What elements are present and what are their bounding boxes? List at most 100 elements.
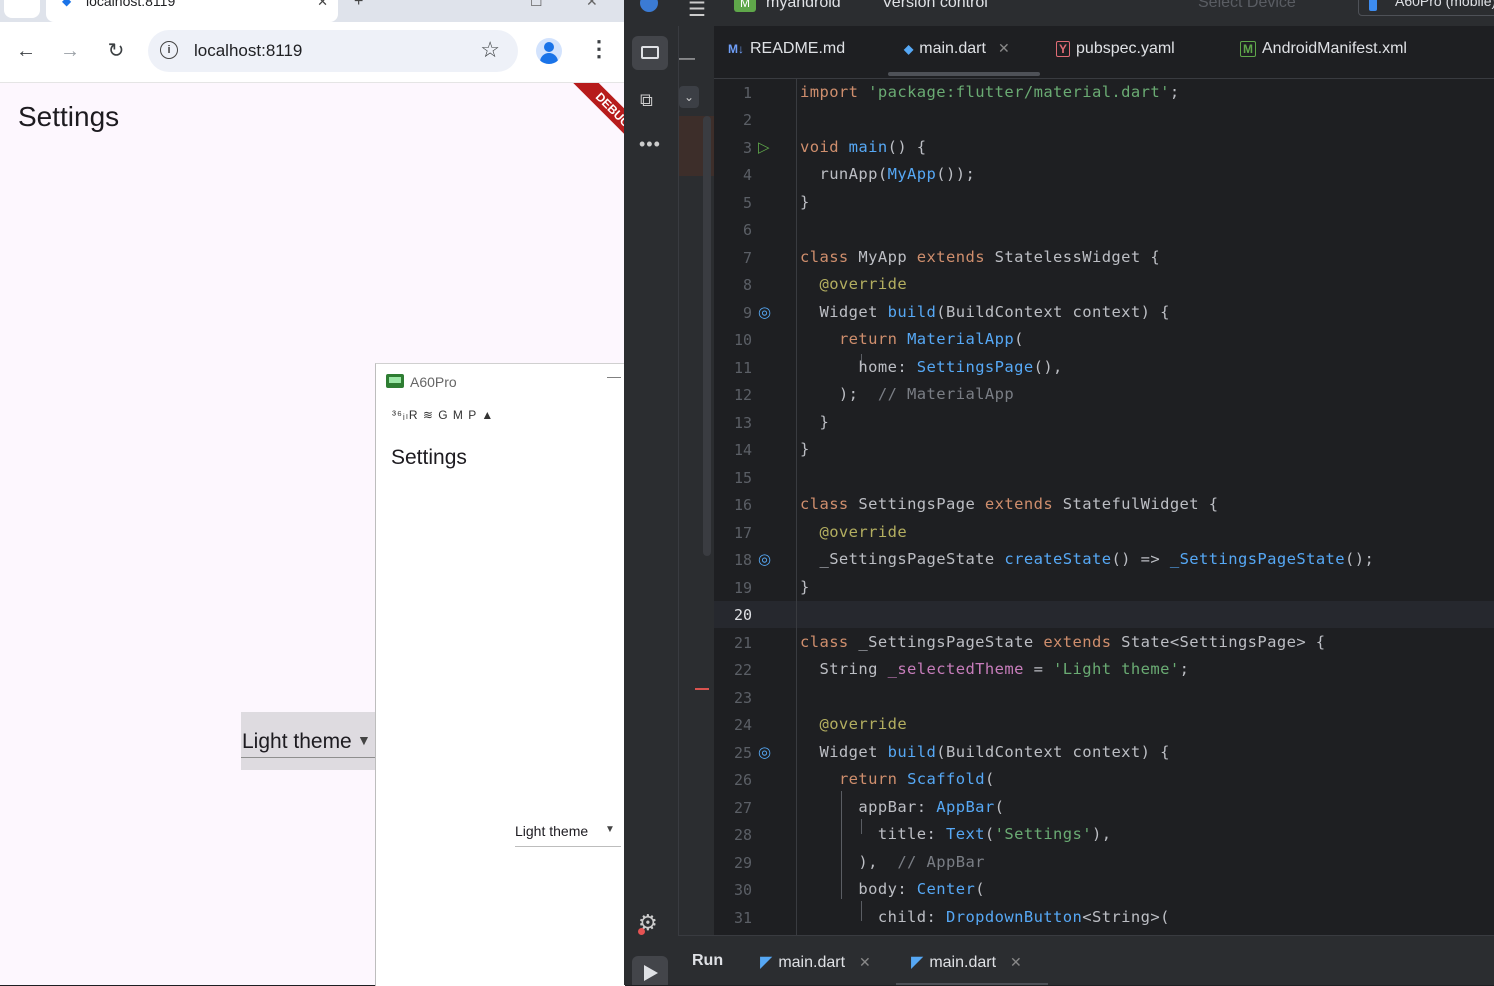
chevron-down-icon[interactable]: ⌄ — [679, 86, 699, 108]
emulator-theme-dropdown[interactable]: Light theme ▼ — [515, 822, 621, 848]
android-studio-logo-icon — [640, 0, 658, 12]
override-gutter-icon[interactable]: ◎ — [758, 743, 771, 761]
tab-search-button[interactable] — [4, 0, 40, 18]
close-window-icon[interactable]: ✕ — [586, 0, 598, 10]
line-number: 12 — [733, 386, 752, 404]
dropdown-arrow-icon[interactable]: ▼ — [357, 732, 371, 748]
code-line: class SettingsPage extends StatefulWidge… — [800, 495, 1219, 513]
line-number: 5 — [742, 194, 752, 212]
code-line: class _SettingsPageState extends State<S… — [800, 633, 1326, 651]
code-line: Widget build(BuildContext context) { — [800, 743, 1170, 761]
close-tab-icon[interactable]: ✕ — [859, 954, 871, 970]
dropdown-arrow-icon[interactable]: ▼ — [605, 824, 615, 835]
main-menu-icon[interactable]: ☰ — [688, 0, 706, 22]
emulator-title: A60Pro — [410, 374, 457, 390]
structure-icon[interactable]: ⧉ — [640, 90, 653, 111]
device-selector[interactable]: A60Pro (mobile) — [1358, 0, 1494, 16]
emulator-app-icon — [386, 374, 404, 388]
back-arrow-icon[interactable]: ← — [13, 38, 39, 64]
line-number: 26 — [733, 771, 752, 789]
editor-tabs: M↓ README.md ◆ main.dart ✕ Ypubspec.yaml MA… — [714, 26, 1494, 79]
run-tab-label: main.dart — [929, 954, 997, 971]
line-number: 9 — [742, 304, 752, 322]
reload-icon[interactable]: ↻ — [103, 38, 129, 64]
line-number: 30 — [733, 881, 752, 899]
tab-pubspec[interactable]: Ypubspec.yaml — [1056, 40, 1175, 58]
code-line: runApp(MyApp()); — [800, 165, 976, 183]
line-number: 15 — [733, 469, 752, 487]
run-tab-main-dart-1[interactable]: ◤ main.dart ✕ — [760, 952, 871, 972]
close-tab-icon[interactable]: ✕ — [1010, 954, 1022, 970]
tab-android-manifest[interactable]: M AndroidManifest.xml — [1240, 40, 1407, 58]
version-control-menu[interactable]: Version control — [882, 0, 988, 12]
line-number: 17 — [733, 524, 752, 542]
line-number: 27 — [733, 799, 752, 817]
code-line: return MaterialApp( — [838, 330, 1024, 348]
panel-scrollbar[interactable] — [703, 116, 711, 556]
active-tab-indicator — [888, 72, 1040, 76]
code-line: } — [800, 440, 810, 458]
bookmark-star-icon[interactable]: ☆ — [480, 37, 500, 63]
line-number: 22 — [733, 661, 752, 679]
code-line: body: Center( — [800, 880, 985, 898]
run-tool-window-bar: Run ◤ main.dart ✕ ◤ main.dart ✕ — [678, 935, 1494, 985]
project-tool-button[interactable] — [632, 36, 668, 70]
code-line: _SettingsPageState createState() => _Set… — [800, 550, 1375, 568]
yaml-icon: Y — [1056, 41, 1071, 57]
folder-icon — [641, 46, 659, 59]
close-tab-icon[interactable]: ✕ — [998, 40, 1010, 56]
maximize-icon[interactable]: ☐ — [530, 0, 543, 10]
code-line: home: SettingsPage(), — [800, 358, 1063, 376]
project-selector[interactable]: myandroid — [766, 0, 841, 12]
ide-window: ☰ M myandroid Version control Select Dev… — [624, 0, 1494, 985]
code-line: String _selectedTheme = 'Light theme'; — [800, 660, 1190, 678]
line-number: 3 — [742, 139, 752, 157]
address-bar[interactable]: i localhost:8119 ☆ — [148, 30, 518, 72]
line-number: 24 — [733, 716, 752, 734]
debug-banner: DEBUG — [560, 83, 624, 163]
emulator-page-title: Settings — [391, 446, 467, 469]
new-tab-icon[interactable]: + — [354, 0, 363, 11]
tab-readme[interactable]: M↓ README.md — [728, 40, 845, 58]
run-label: Run — [692, 952, 724, 969]
select-device-menu[interactable]: Select Device — [1198, 0, 1296, 12]
line-number: 8 — [742, 276, 752, 294]
markdown-icon: M↓ — [728, 42, 744, 56]
code-editor[interactable]: 1 2 3 4 5 6 7 8 9 10 11 12 13 14 15 16 1… — [714, 79, 1494, 935]
profile-avatar-icon[interactable] — [536, 38, 562, 64]
override-gutter-icon[interactable]: ◎ — [758, 303, 771, 321]
run-gutter-icon[interactable]: ▷ — [758, 138, 770, 156]
site-info-icon[interactable]: i — [160, 41, 178, 59]
browser-tab-active[interactable]: ◆ localhost:8119 ✕ — [46, 0, 338, 22]
override-gutter-icon[interactable]: ◎ — [758, 550, 771, 568]
line-number: 6 — [742, 221, 752, 239]
project-panel: — ⌄ — [679, 26, 714, 935]
forward-arrow-icon[interactable]: → — [57, 38, 83, 64]
run-tool-button[interactable] — [632, 956, 668, 985]
tab-label: README.md — [750, 40, 846, 57]
line-number: 2 — [742, 111, 752, 129]
gutter-separator — [796, 79, 797, 935]
close-tab-icon[interactable]: ✕ — [317, 0, 328, 10]
line-number: 19 — [733, 579, 752, 597]
line-number: 28 — [733, 826, 752, 844]
url-text[interactable]: localhost:8119 — [194, 41, 302, 61]
minimize-icon[interactable]: — — [607, 368, 621, 384]
tab-main-dart[interactable]: ◆ main.dart ✕ — [904, 40, 1010, 58]
collapse-panel-icon[interactable]: — — [679, 50, 695, 68]
flutter-favicon-icon: ◆ — [62, 0, 72, 8]
line-number: 31 — [733, 909, 752, 927]
run-icon — [644, 965, 658, 981]
page-title: Settings — [18, 101, 120, 132]
line-number: 16 — [733, 496, 752, 514]
code-line: return Scaffold( — [838, 770, 995, 788]
flutter-icon: ◤ — [760, 954, 773, 971]
code-line: import 'package:flutter/material.dart'; — [800, 83, 1180, 101]
theme-dropdown[interactable]: Light theme ▼ — [241, 712, 375, 770]
code-line: Widget build(BuildContext context) { — [800, 303, 1170, 321]
run-tab-main-dart-2[interactable]: ◤ main.dart ✕ — [911, 952, 1022, 972]
line-number: 11 — [733, 359, 752, 377]
more-tools-icon[interactable]: ••• — [639, 134, 661, 155]
code-line: ); // MaterialApp — [800, 385, 1015, 403]
browser-menu-icon[interactable]: ⋮ — [588, 36, 610, 62]
